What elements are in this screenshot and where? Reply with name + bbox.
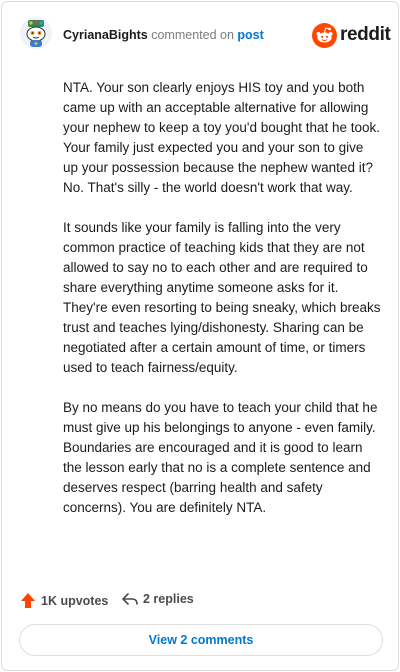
snoo-avatar-icon	[20, 17, 52, 49]
upvote-button[interactable]: 1K upvotes	[20, 592, 108, 609]
comment-actions: 1K upvotes 2 replies	[20, 592, 380, 612]
reply-arrow-icon	[122, 593, 138, 605]
comment-header: CyrianaBights commented on post reddit	[2, 2, 398, 68]
view-comments-button[interactable]: View 2 comments	[19, 624, 383, 656]
username[interactable]: CyrianaBights	[63, 28, 148, 42]
replies-count: 2 replies	[143, 592, 194, 606]
upvote-count: 1K upvotes	[41, 593, 109, 608]
comment-body: NTA. Your son clearly enjoys HIS toy and…	[63, 78, 381, 538]
post-link[interactable]: post	[237, 28, 263, 42]
comment-paragraph: By no means do you have to teach your ch…	[63, 400, 378, 515]
reddit-brand[interactable]: reddit	[312, 22, 391, 50]
comment-card: CyrianaBights commented on post reddit N…	[1, 1, 399, 671]
byline: CyrianaBights commented on post	[63, 27, 264, 43]
reddit-logo-icon	[312, 23, 337, 48]
replies-button[interactable]: 2 replies	[122, 592, 194, 606]
upvote-arrow-icon	[21, 593, 35, 608]
avatar[interactable]	[20, 17, 52, 49]
byline-action: commented on	[151, 28, 234, 42]
reddit-wordmark: reddit	[340, 24, 391, 45]
comment-paragraph: NTA. Your son clearly enjoys HIS toy and…	[63, 80, 381, 195]
comment-paragraph: It sounds like your family is falling in…	[63, 220, 381, 375]
